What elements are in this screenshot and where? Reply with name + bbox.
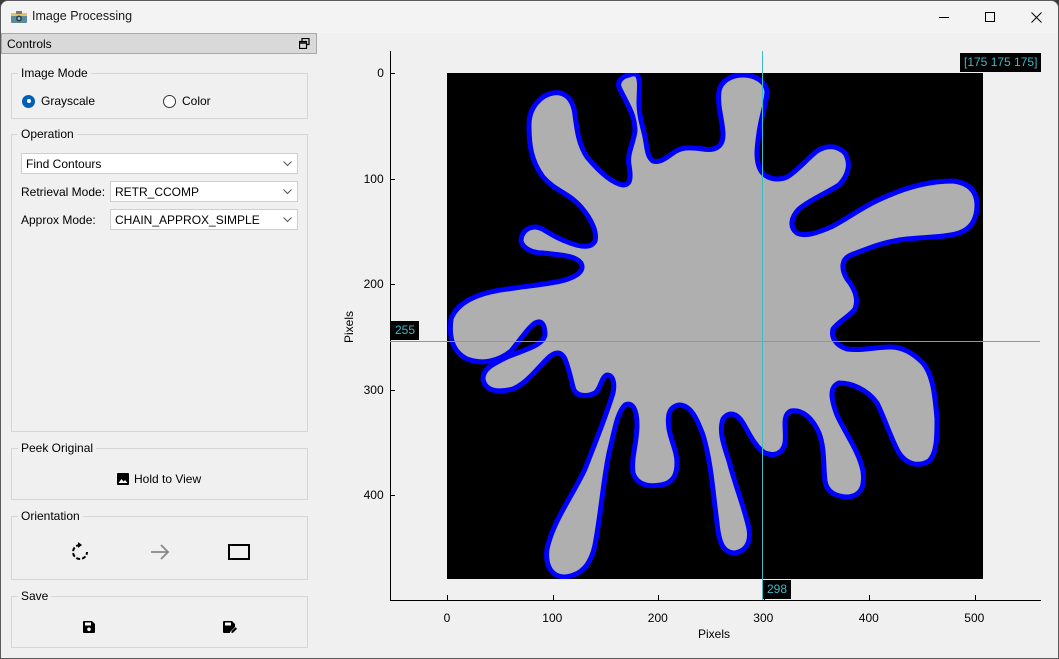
operation-select[interactable]: Find Contours bbox=[21, 153, 298, 174]
select-value: RETR_CCOMP bbox=[115, 185, 200, 199]
x-tick bbox=[658, 595, 659, 600]
x-tick bbox=[974, 595, 976, 600]
y-tick-label: 400 bbox=[363, 488, 384, 502]
image-icon bbox=[117, 473, 129, 485]
maximize-button[interactable] bbox=[967, 1, 1013, 33]
save-button[interactable] bbox=[75, 613, 103, 641]
group-title: Image Mode bbox=[18, 66, 91, 80]
y-tick-label: 300 bbox=[363, 382, 384, 397]
x-axis-line bbox=[390, 600, 1041, 601]
y-tick bbox=[390, 495, 395, 496]
retrieval-mode-label: Retrieval Mode: bbox=[21, 185, 106, 199]
arrow-right-icon bbox=[151, 544, 170, 560]
operation-group: Operation Find Contours Retrieval Mode: … bbox=[11, 127, 308, 432]
radio-label: Grayscale bbox=[41, 94, 96, 108]
color-radio[interactable]: Color bbox=[163, 94, 211, 108]
crosshair-horizontal bbox=[390, 341, 1040, 342]
x-tick bbox=[552, 595, 554, 600]
hold-to-view-label: Hold to View bbox=[134, 472, 202, 486]
group-title: Peek Original bbox=[18, 441, 97, 455]
close-button[interactable] bbox=[1013, 1, 1058, 33]
controls-dock-header[interactable]: Controls bbox=[1, 33, 317, 54]
x-tick-label: 400 bbox=[858, 611, 879, 625]
y-tick-label: 100 bbox=[363, 171, 384, 186]
dock-title: Controls bbox=[7, 37, 52, 51]
minimize-button[interactable] bbox=[921, 1, 967, 33]
title-bar: Image Processing bbox=[1, 1, 1058, 33]
hold-to-view-button[interactable]: Hold to View bbox=[117, 472, 201, 486]
x-tick bbox=[447, 595, 448, 600]
flip-button[interactable] bbox=[146, 538, 174, 566]
rectangle-icon bbox=[228, 544, 250, 560]
x-tick bbox=[869, 595, 870, 600]
radio-indicator bbox=[163, 94, 176, 108]
chevron-down-icon bbox=[283, 189, 292, 195]
select-value: Find Contours bbox=[26, 157, 102, 171]
x-tick-label: 0 bbox=[443, 611, 451, 625]
crosshair-y-label: 255 bbox=[391, 321, 420, 340]
save-icon bbox=[83, 621, 95, 633]
save-group: Save bbox=[11, 589, 308, 648]
group-title: Orientation bbox=[18, 509, 83, 523]
grayscale-radio[interactable]: Grayscale bbox=[22, 94, 95, 108]
y-tick bbox=[390, 389, 395, 391]
rotate-button[interactable] bbox=[66, 538, 94, 566]
main-window: Image Processing Controls Image Mode Gra… bbox=[0, 0, 1059, 659]
y-tick-label: 0 bbox=[377, 66, 384, 80]
minimize-icon bbox=[939, 17, 949, 18]
y-tick-label: 200 bbox=[363, 277, 384, 291]
image-mode-group: Image Mode Grayscale Color bbox=[11, 66, 308, 119]
chevron-down-icon bbox=[283, 161, 292, 167]
x-tick-label: 100 bbox=[542, 611, 563, 625]
x-tick-label: 200 bbox=[647, 611, 668, 625]
y-tick bbox=[390, 284, 395, 285]
chevron-down-icon bbox=[283, 217, 292, 223]
orientation-group: Orientation bbox=[11, 509, 308, 580]
crosshair-x-label: 298 bbox=[763, 580, 792, 599]
save-as-icon bbox=[223, 621, 237, 633]
x-axis-title: Pixels bbox=[698, 627, 731, 641]
y-tick bbox=[390, 178, 395, 180]
group-title: Operation bbox=[18, 127, 77, 141]
rotate-icon bbox=[72, 542, 88, 560]
close-icon bbox=[1030, 11, 1042, 23]
approx-mode-select[interactable]: CHAIN_APPROX_SIMPLE bbox=[110, 209, 298, 230]
radio-label: Color bbox=[182, 94, 211, 108]
y-axis-title: Pixels bbox=[342, 310, 356, 343]
image-display[interactable] bbox=[447, 73, 983, 579]
maximize-icon bbox=[985, 12, 995, 22]
radio-indicator bbox=[22, 94, 35, 108]
approx-mode-label: Approx Mode: bbox=[21, 213, 96, 227]
peek-original-group: Peek Original Hold to View bbox=[11, 441, 308, 500]
group-title: Save bbox=[18, 589, 52, 603]
aspect-button[interactable] bbox=[225, 538, 253, 566]
x-tick-label: 300 bbox=[753, 611, 774, 625]
save-as-button[interactable] bbox=[216, 613, 244, 641]
dock-float-icon[interactable] bbox=[299, 38, 310, 49]
pixel-value-label: [175 175 175] bbox=[960, 53, 1042, 72]
window-title: Image Processing bbox=[32, 9, 133, 23]
crosshair-vertical bbox=[762, 51, 763, 600]
y-tick bbox=[390, 73, 395, 74]
select-value: CHAIN_APPROX_SIMPLE bbox=[115, 213, 260, 227]
retrieval-mode-select[interactable]: RETR_CCOMP bbox=[110, 181, 298, 202]
camera-app-icon bbox=[11, 11, 27, 23]
x-tick-label: 500 bbox=[964, 611, 985, 625]
image-viewer[interactable]: 0 100 200 300 400 500 0 100 200 300 400 Pixels Pi… bbox=[318, 33, 1058, 658]
